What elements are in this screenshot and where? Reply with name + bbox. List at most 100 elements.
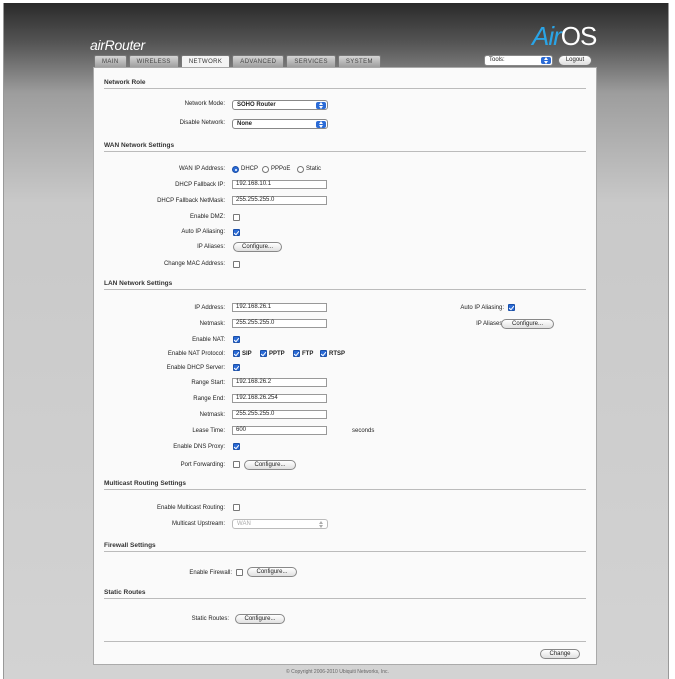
wan-ip-address-label: WAN IP Address: xyxy=(178,166,225,172)
copyright-text: © Copyright 2006-2010 Ubiquiti Networks,… xyxy=(286,669,389,675)
tools-select[interactable]: Tools: xyxy=(484,55,553,66)
range-start-input[interactable]: 192.168.26.2 xyxy=(232,378,327,387)
multicast-upstream-label: Multicast Upstream: xyxy=(171,521,225,527)
enable-nat-checkbox[interactable] xyxy=(233,336,240,343)
port-forwarding-configure-button[interactable]: Configure... xyxy=(244,460,296,470)
section-title-wan: WAN Network Settings xyxy=(104,142,175,149)
dhcp-netmask-label: Netmask: xyxy=(199,412,225,418)
dhcp-fallback-netmask-input[interactable]: 255.255.255.0 xyxy=(232,196,327,205)
enable-dhcp-server-checkbox[interactable] xyxy=(233,364,240,371)
tools-label: Tools: xyxy=(489,57,505,63)
lan-auto-ip-aliasing-label: Auto IP Aliasing: xyxy=(460,305,504,311)
enable-dns-proxy-label: Enable DNS Proxy: xyxy=(173,444,225,450)
enable-nat-label: Enable NAT: xyxy=(192,337,225,343)
multicast-upstream-value: WAN xyxy=(237,521,251,527)
wan-auto-ip-aliasing-checkbox[interactable] xyxy=(233,229,240,236)
enable-firewall-checkbox[interactable] xyxy=(236,569,243,576)
wan-static-label: Static xyxy=(306,166,322,172)
main-tab-bar: MAIN WIRELESS NETWORK ADVANCED SERVICES … xyxy=(94,55,381,67)
nat-rtsp-label: RTSP xyxy=(329,351,346,357)
enable-dmz-label: Enable DMZ: xyxy=(189,214,225,220)
network-settings-panel: Network Role Network Mode: SOHO Router D… xyxy=(93,67,597,665)
lease-time-unit: seconds xyxy=(352,428,375,434)
enable-multicast-routing-checkbox[interactable] xyxy=(233,504,240,511)
divider xyxy=(104,151,586,152)
range-end-label: Range End: xyxy=(193,396,225,402)
port-forwarding-checkbox[interactable] xyxy=(233,461,240,468)
wan-dhcp-label: DHCP xyxy=(241,166,259,172)
section-title-firewall: Firewall Settings xyxy=(104,542,156,549)
lease-time-label: Lease Time: xyxy=(192,428,225,434)
range-start-label: Range Start: xyxy=(191,380,225,386)
wan-pppoe-radio[interactable] xyxy=(262,166,269,173)
airos-logo: AirOS xyxy=(532,21,597,51)
tab-main[interactable]: MAIN xyxy=(94,55,127,67)
network-mode-value: SOHO Router xyxy=(237,102,276,108)
lan-ip-aliases-label: IP Aliases: xyxy=(476,321,504,327)
multicast-upstream-select[interactable]: WAN xyxy=(232,519,328,529)
enable-dns-proxy-checkbox[interactable] xyxy=(233,443,240,450)
static-routes-label: Static Routes: xyxy=(191,616,229,622)
disable-network-label: Disable Network: xyxy=(179,120,225,126)
enable-dhcp-server-label: Enable DHCP Server: xyxy=(166,365,225,371)
select-arrow-icon xyxy=(316,121,326,128)
change-mac-checkbox[interactable] xyxy=(233,261,240,268)
divider xyxy=(104,289,586,290)
logout-button[interactable]: Logout xyxy=(558,55,592,66)
select-arrow-icon xyxy=(541,57,551,64)
dhcp-netmask-input[interactable]: 255.255.255.0 xyxy=(232,410,327,419)
product-logo: airRouter xyxy=(90,37,145,53)
port-forwarding-label: Port Forwarding: xyxy=(180,462,225,468)
disable-network-value: None xyxy=(237,121,252,127)
tab-system[interactable]: SYSTEM xyxy=(337,55,381,67)
disable-network-select[interactable]: None xyxy=(232,119,328,129)
section-title-static-routes: Static Routes xyxy=(104,589,146,596)
nat-pptp-label: PPTP xyxy=(269,351,285,357)
dhcp-fallback-ip-label: DHCP Fallback IP: xyxy=(175,182,225,188)
wan-pppoe-label: PPPoE xyxy=(271,166,291,172)
tab-network[interactable]: NETWORK xyxy=(180,55,231,67)
dhcp-fallback-netmask-label: DHCP Fallback NetMask: xyxy=(157,198,225,204)
lan-netmask-input[interactable]: 255.255.255.0 xyxy=(232,319,327,328)
section-title-network-role: Network Role xyxy=(104,79,146,86)
divider xyxy=(104,551,586,552)
nat-sip-label: SIP xyxy=(242,351,252,357)
lan-ip-address-input[interactable]: 192.168.26.1 xyxy=(232,303,327,312)
wan-ip-aliases-configure-button[interactable]: Configure... xyxy=(233,242,282,252)
lan-netmask-label: Netmask: xyxy=(199,321,225,327)
enable-nat-protocol-label: Enable NAT Protocol: xyxy=(167,351,225,357)
nat-ftp-checkbox[interactable] xyxy=(293,350,300,357)
lan-ip-aliases-configure-button[interactable]: Configure... xyxy=(501,319,554,329)
dhcp-fallback-ip-input[interactable]: 192.168.10.1 xyxy=(232,180,327,189)
divider xyxy=(104,88,586,89)
tab-wireless[interactable]: WIRELESS xyxy=(128,55,179,67)
section-title-lan: LAN Network Settings xyxy=(104,280,173,287)
lease-time-input[interactable]: 600 xyxy=(232,426,327,435)
change-mac-label: Change MAC Address: xyxy=(163,261,225,267)
wan-static-radio[interactable] xyxy=(297,166,304,173)
divider xyxy=(104,598,586,599)
nat-pptp-checkbox[interactable] xyxy=(260,350,267,357)
divider xyxy=(104,641,586,642)
change-button[interactable]: Change xyxy=(540,649,580,659)
static-routes-configure-button[interactable]: Configure... xyxy=(235,614,285,624)
enable-dmz-checkbox[interactable] xyxy=(233,214,240,221)
network-mode-label: Network Mode: xyxy=(184,101,225,107)
lan-ip-address-label: IP Address: xyxy=(194,305,225,311)
nat-rtsp-checkbox[interactable] xyxy=(320,350,327,357)
nat-sip-checkbox[interactable] xyxy=(233,350,240,357)
enable-firewall-label: Enable Firewall: xyxy=(189,570,232,576)
tab-services[interactable]: SERVICES xyxy=(286,55,336,67)
nat-ftp-label: FTP xyxy=(302,351,314,357)
network-mode-select[interactable]: SOHO Router xyxy=(232,100,328,110)
divider xyxy=(104,489,586,490)
range-end-input[interactable]: 192.168.26.254 xyxy=(232,394,327,403)
lan-auto-ip-aliasing-checkbox[interactable] xyxy=(508,304,515,311)
firewall-configure-button[interactable]: Configure... xyxy=(247,567,297,577)
wan-dhcp-radio[interactable] xyxy=(232,166,239,173)
select-arrow-icon xyxy=(316,521,326,528)
section-title-multicast: Multicast Routing Settings xyxy=(104,480,186,487)
tab-advanced[interactable]: ADVANCED xyxy=(232,55,285,67)
wan-ip-aliases-label: IP Aliases: xyxy=(197,244,225,250)
enable-multicast-routing-label: Enable Multicast Routing: xyxy=(156,505,225,511)
